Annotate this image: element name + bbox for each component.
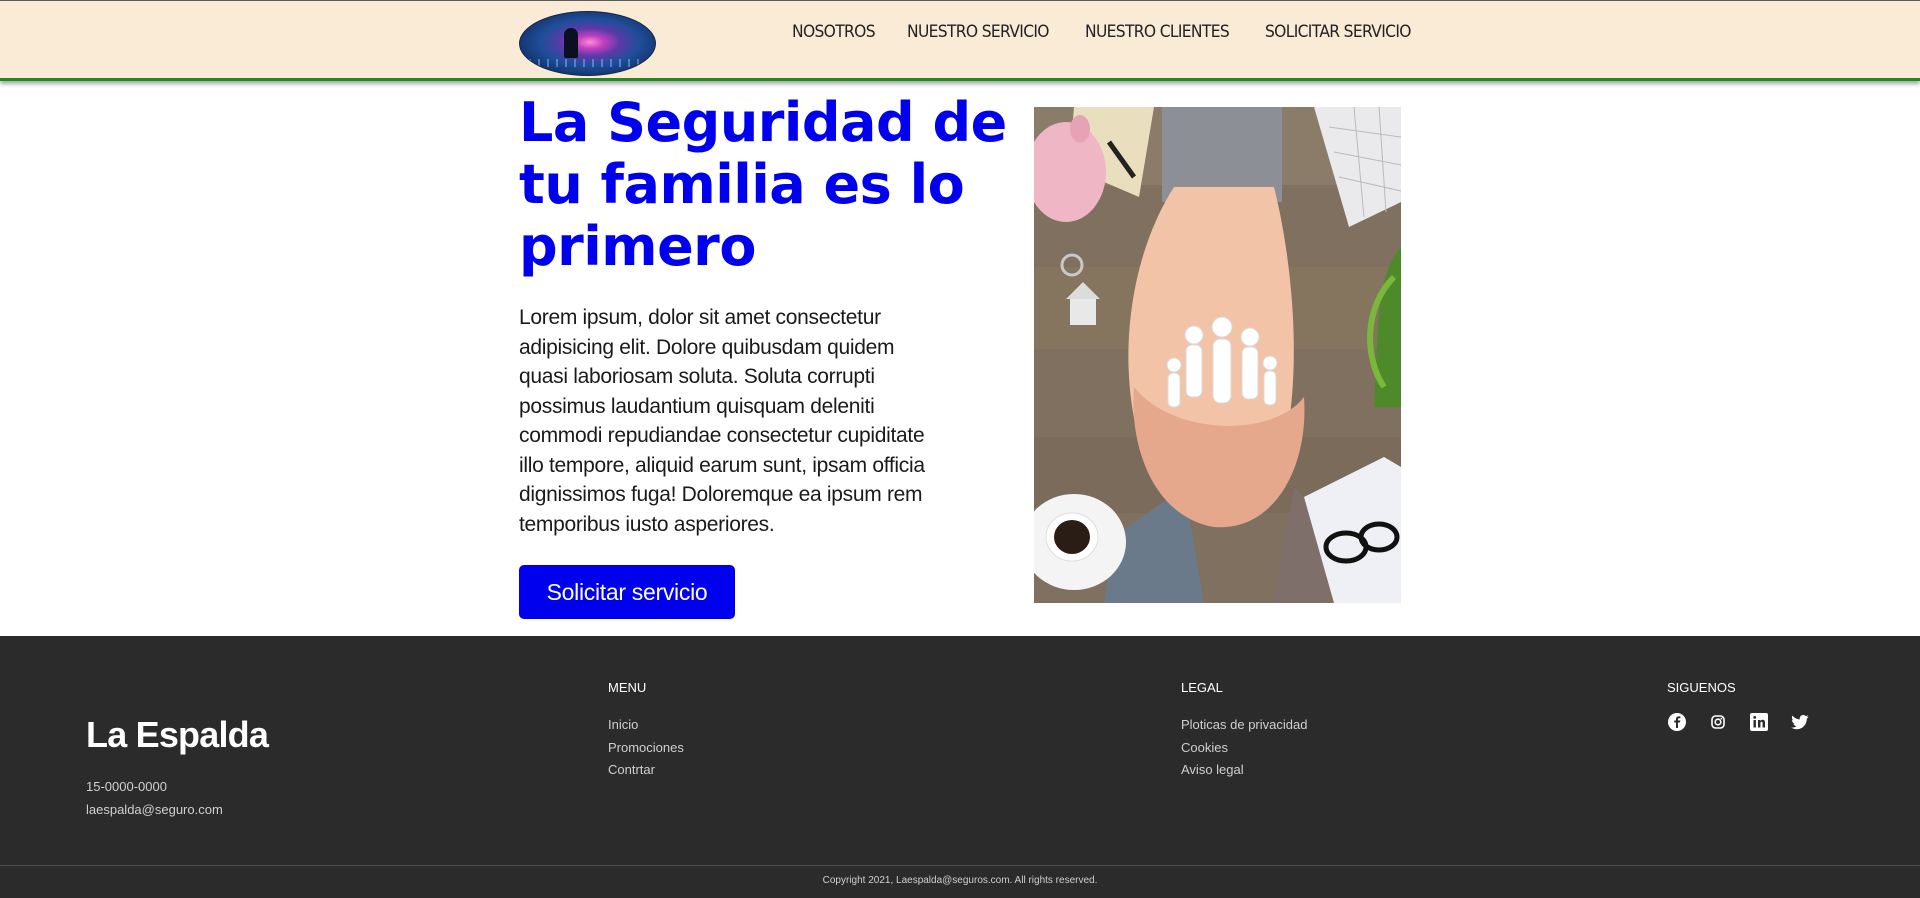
footer-menu-list: Inicio Promociones Contrtar — [608, 716, 684, 784]
hero-illustration — [1034, 107, 1401, 603]
copyright-text: Copyright 2021, Laespalda@seguros.com. A… — [822, 875, 1098, 886]
footer-link-aviso-legal[interactable]: Aviso legal — [1181, 762, 1244, 777]
nav-link-nuestro-clientes[interactable]: NUESTRO CLIENTES — [1085, 22, 1230, 44]
footer-link-cookies[interactable]: Cookies — [1181, 740, 1228, 755]
footer-link-inicio[interactable]: Inicio — [608, 717, 638, 732]
hero-description: Lorem ipsum, dolor sit amet consectetur … — [519, 306, 925, 536]
facebook-icon[interactable] — [1667, 712, 1687, 732]
nav-link-solicitar-servicio[interactable]: SOLICITAR SERVICIO — [1265, 22, 1411, 44]
hero-image-family-hands — [1034, 107, 1401, 603]
footer-email[interactable]: laespalda@seguro.com — [86, 802, 223, 817]
instagram-icon[interactable] — [1708, 712, 1728, 732]
footer-link-privacidad[interactable]: Ploticas de privacidad — [1181, 717, 1307, 732]
footer-brand: La Espalda — [86, 714, 269, 755]
nav-link-nosotros[interactable]: NOSOTROS — [792, 22, 876, 44]
logo-figure — [564, 28, 578, 58]
site-footer: La Espalda 15-0000-0000 laespalda@seguro… — [0, 636, 1920, 897]
main-nav: NOSOTROS NUESTRO SERVICIO NUESTRO CLIENT… — [792, 22, 1447, 44]
request-service-button[interactable]: Solicitar servicio — [519, 565, 735, 619]
site-header: NOSOTROS NUESTRO SERVICIO NUESTRO CLIENT… — [0, 0, 1920, 81]
hero-title: La Seguridad de tu familia es lo primero — [519, 91, 1007, 278]
linkedin-icon[interactable] — [1749, 712, 1769, 732]
footer-legal-list: Ploticas de privacidad Cookies Aviso leg… — [1181, 716, 1307, 784]
footer-social-icons — [1667, 712, 1831, 732]
footer-link-promociones[interactable]: Promociones — [608, 740, 684, 755]
logo[interactable] — [519, 11, 656, 76]
footer-social-title: SIGUENOS — [1667, 680, 1736, 695]
twitter-icon[interactable] — [1790, 712, 1810, 732]
footer-legal-title: LEGAL — [1181, 680, 1223, 695]
nav-link-nuestro-servicio[interactable]: NUESTRO SERVICIO — [907, 22, 1049, 44]
footer-menu-title: MENU — [608, 680, 647, 695]
footer-phone: 15-0000-0000 — [86, 779, 167, 794]
footer-link-contratar[interactable]: Contrtar — [608, 762, 655, 777]
logo-grid-pattern — [520, 59, 655, 67]
copyright-bar: Copyright 2021, Laespalda@seguros.com. A… — [0, 865, 1920, 898]
